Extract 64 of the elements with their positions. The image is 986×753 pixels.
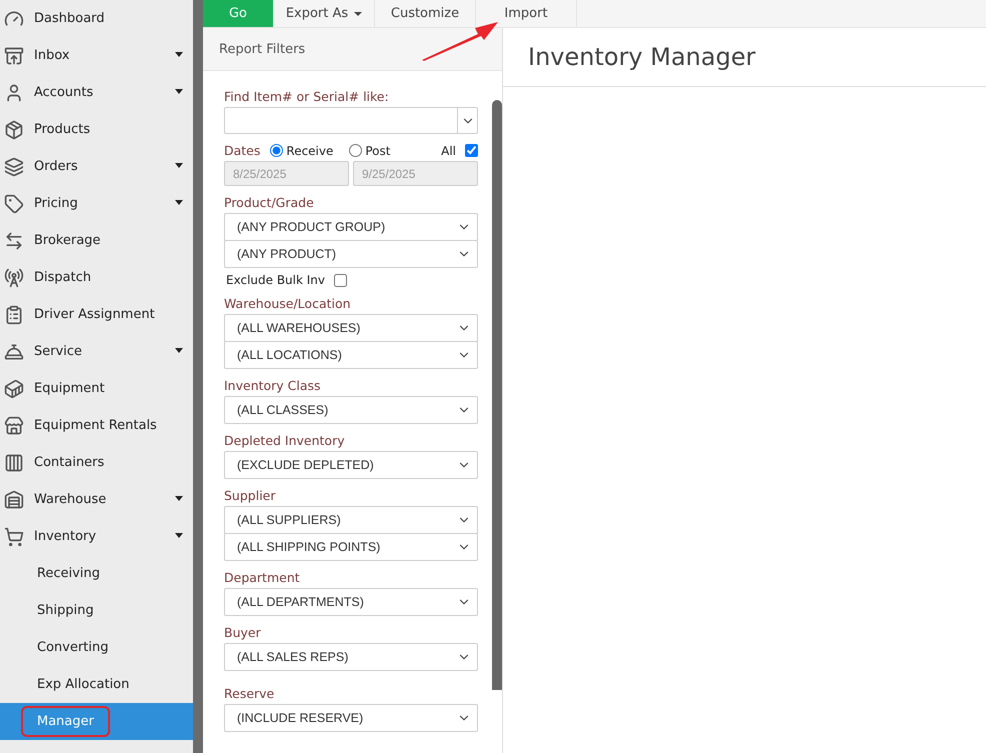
sidebar-item[interactable]: Inbox <box>0 37 193 74</box>
dropdown[interactable]: (ALL SALES REPS) <box>224 643 478 671</box>
field-label: Inventory Class <box>224 378 322 393</box>
dropdown[interactable]: (ALL LOCATIONS) <box>224 341 478 369</box>
checkbox-label: Exclude Bulk Inv <box>226 273 326 287</box>
dropdown[interactable]: (ALL DEPARTMENTS) <box>224 588 478 616</box>
dropdown[interactable]: (ALL SUPPLIERS) <box>224 506 478 534</box>
inbox-tray-icon <box>4 46 24 66</box>
radio-tower-icon <box>4 268 24 288</box>
field-label: Dates <box>224 143 260 158</box>
search-field[interactable] <box>224 107 457 134</box>
checkbox-label: All <box>441 144 456 158</box>
sidebar-item[interactable]: Dispatch <box>0 259 193 296</box>
columns-icon <box>4 452 24 472</box>
radio-label: Post <box>365 144 390 158</box>
sidebar-item[interactable]: Equipment <box>0 370 193 407</box>
field-label: Product/Grade <box>224 195 315 210</box>
sidebar-item[interactable]: Orders <box>0 148 193 185</box>
sidebar-item[interactable]: Equipment Rentals <box>0 407 193 444</box>
checkbox[interactable] <box>334 274 348 286</box>
container-icon <box>4 378 24 398</box>
sidebar-item[interactable]: Converting <box>0 629 193 666</box>
scrollbar-thumb[interactable] <box>492 100 502 690</box>
storefront-icon <box>4 416 24 436</box>
dropdown[interactable]: (ANY PRODUCT) <box>224 240 478 268</box>
package-icon <box>4 120 24 140</box>
sidebar-item[interactable]: Service <box>0 333 193 370</box>
sidebar-item[interactable]: Containers <box>0 444 193 481</box>
sidebar-item[interactable]: Driver Assignment <box>0 296 193 333</box>
dropdown[interactable]: (INCLUDE RESERVE) <box>224 704 478 732</box>
page-title: Inventory Manager <box>503 28 986 87</box>
field-label: Buyer <box>224 625 262 640</box>
tag-icon <box>4 194 24 214</box>
dropdown[interactable]: (ANY PRODUCT GROUP) <box>224 213 478 241</box>
sidebar-item[interactable]: Brokerage <box>0 222 193 259</box>
clipboard-icon <box>4 304 24 324</box>
panel-title: Report Filters <box>203 28 502 71</box>
sidebar-item[interactable]: Products <box>0 111 193 148</box>
gauge-icon <box>4 8 24 28</box>
field-label: Depleted Inventory <box>224 433 346 448</box>
field-label: Warehouse/Location <box>224 296 352 311</box>
dropdown[interactable]: (EXCLUDE DEPLETED) <box>224 451 478 479</box>
layers-icon <box>4 156 24 176</box>
field-label: Find Item# or Serial# like: <box>224 89 390 104</box>
radio-label: Receive <box>286 144 334 158</box>
sidebar-item[interactable]: Pricing <box>0 185 193 222</box>
bell-icon <box>4 342 24 362</box>
field-label: Supplier <box>224 488 277 503</box>
sidebar-item[interactable]: Inventory <box>0 518 193 555</box>
sidebar-item[interactable]: Dashboard <box>0 0 193 37</box>
dropdown[interactable]: (ALL CLASSES) <box>224 396 478 424</box>
field-label: Reserve <box>224 686 276 701</box>
sidebar-item[interactable]: Accounts <box>0 74 193 111</box>
field-label: Department <box>224 570 301 585</box>
sidebar-item[interactable]: Shipping <box>0 592 193 629</box>
cart-icon <box>4 526 24 546</box>
dropdown[interactable]: (ALL SHIPPING POINTS) <box>224 533 478 561</box>
sidebar-item[interactable]: Exp Allocation <box>0 666 193 703</box>
swap-arrows-icon <box>4 230 24 250</box>
sidebar-item[interactable]: Receiving <box>0 555 193 592</box>
warehouse-icon <box>4 490 24 510</box>
dropdown-toggle[interactable] <box>457 107 478 134</box>
sidebar-item[interactable]: Warehouse <box>0 481 193 518</box>
dropdown[interactable]: (ALL WAREHOUSES) <box>224 314 478 342</box>
